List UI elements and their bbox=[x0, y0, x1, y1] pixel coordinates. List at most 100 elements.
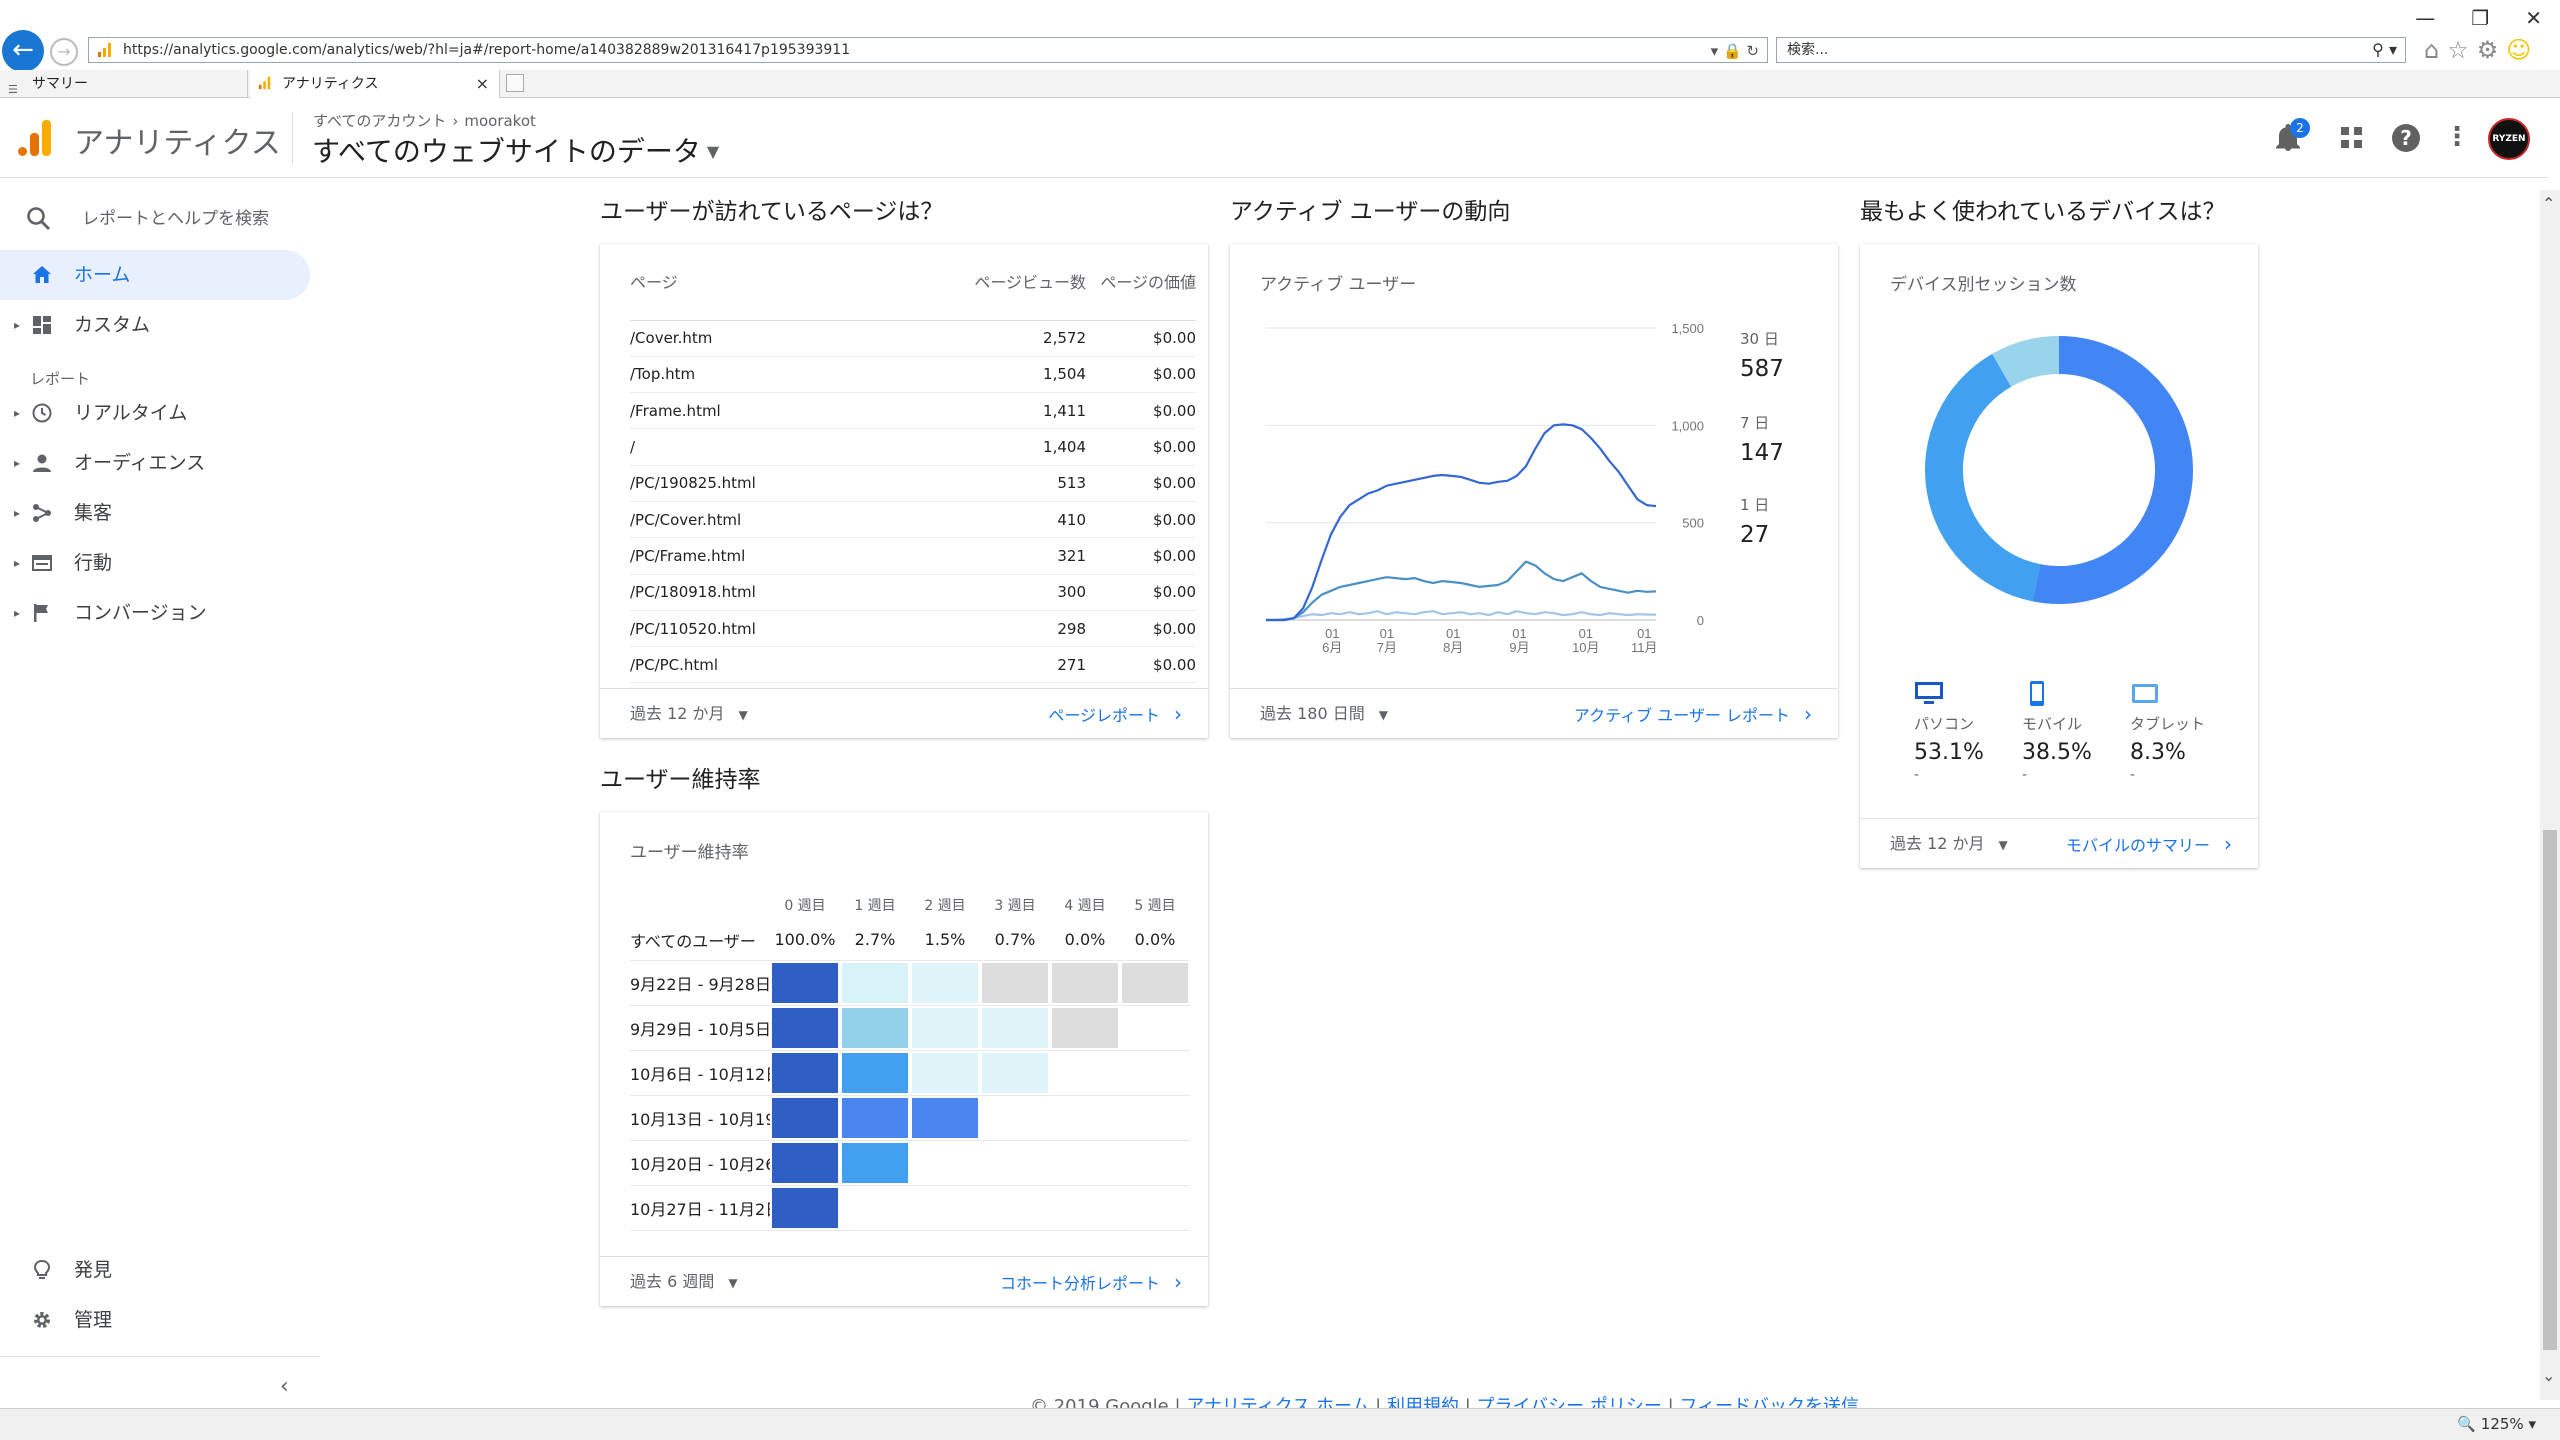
sidebar-item-acquisition[interactable]: ▸ 集客 bbox=[0, 488, 310, 538]
cohort-cell[interactable] bbox=[1050, 1005, 1120, 1051]
cohort-cell-fill bbox=[842, 1142, 908, 1183]
page-path[interactable]: /PC/190825.html bbox=[630, 465, 970, 502]
smiley-feedback-icon[interactable]: ☺ bbox=[2506, 36, 2531, 64]
zoom-control[interactable]: 🔍 125% ▾ bbox=[2457, 1415, 2536, 1433]
address-bar[interactable]: https://analytics.google.com/analytics/w… bbox=[88, 37, 1768, 63]
home-icon[interactable]: ⌂ bbox=[2424, 36, 2439, 64]
breadcrumb-accounts[interactable]: すべてのアカウント bbox=[313, 112, 446, 130]
chevron-down-icon[interactable]: ▾ bbox=[2389, 40, 2397, 59]
mobile-summary-link[interactable]: モバイルのサマリー › bbox=[2066, 819, 2232, 871]
sidebar-item-conversions[interactable]: ▸ コンバージョン bbox=[0, 588, 310, 638]
back-button[interactable]: ← bbox=[2, 30, 44, 72]
sidebar-search-input[interactable]: レポートとヘルプを検索 bbox=[82, 204, 269, 229]
favorites-star-icon[interactable]: ☆ bbox=[2447, 36, 2469, 64]
sidebar-item-realtime[interactable]: ▸ リアルタイム bbox=[0, 388, 310, 438]
cohort-cell[interactable] bbox=[1120, 960, 1190, 1006]
cohort-cell[interactable] bbox=[770, 1005, 840, 1051]
search-icon[interactable]: ⚲ bbox=[2372, 40, 2384, 59]
cohort-cell[interactable] bbox=[770, 1140, 840, 1186]
cohort-cell-fill bbox=[772, 1007, 838, 1048]
cohort-cell[interactable] bbox=[910, 1095, 980, 1141]
search-icon[interactable] bbox=[26, 206, 52, 232]
col-header-pageviews[interactable]: ページビュー数 bbox=[970, 266, 1086, 321]
new-tab-button[interactable] bbox=[506, 74, 524, 92]
cohort-cell[interactable] bbox=[840, 960, 910, 1006]
sidebar-item-home[interactable]: ホーム bbox=[0, 250, 310, 300]
active-users-report-link[interactable]: アクティブ ユーザー レポート › bbox=[1574, 689, 1812, 741]
view-selector[interactable]: すべてのウェブサイトのデータ ▼ bbox=[312, 130, 719, 170]
minimize-icon[interactable]: — bbox=[2415, 6, 2435, 30]
close-tab-icon[interactable]: × bbox=[476, 70, 489, 98]
scroll-down-icon[interactable]: ⌄ bbox=[2542, 1366, 2555, 1385]
cohort-cell[interactable] bbox=[910, 1050, 980, 1096]
cohort-cell[interactable] bbox=[840, 1005, 910, 1051]
help-icon[interactable]: ? bbox=[2392, 124, 2420, 152]
avatar[interactable]: RYZEN bbox=[2488, 118, 2530, 160]
cohort-cell[interactable] bbox=[1050, 960, 1120, 1006]
week-header: 0 週目 bbox=[784, 898, 826, 914]
cohort-cell[interactable] bbox=[910, 960, 980, 1006]
cohort-cell-fill bbox=[982, 1007, 1048, 1048]
cohort-cell[interactable] bbox=[840, 1050, 910, 1096]
expand-caret-icon: ▸ bbox=[14, 456, 21, 470]
cohort-cell[interactable] bbox=[980, 1050, 1050, 1096]
collapse-sidebar-icon[interactable]: ‹ bbox=[280, 1374, 289, 1399]
sidebar-item-custom[interactable]: ▸ カスタム bbox=[0, 300, 310, 350]
col-header-page-value[interactable]: ページの価値 bbox=[1086, 266, 1196, 321]
refresh-icon[interactable]: ↻ bbox=[1746, 42, 1759, 60]
cohort-cell[interactable] bbox=[770, 960, 840, 1006]
cohort-cell-fill bbox=[1122, 1098, 1188, 1138]
sidebar-item-label: リアルタイム bbox=[74, 402, 188, 424]
cohort-cell[interactable] bbox=[840, 1140, 910, 1186]
tab-summary[interactable]: ☰ サマリー bbox=[0, 70, 248, 98]
cohort-date-label: 10月27日 - 11月2日 bbox=[630, 1185, 770, 1231]
breadcrumb[interactable]: すべてのアカウント › moorakot bbox=[313, 110, 536, 131]
more-vert-icon[interactable]: ⋮ bbox=[2444, 122, 2470, 152]
sidebar-item-behavior[interactable]: ▸ 行動 bbox=[0, 538, 310, 588]
sidebar-item-label: オーディエンス bbox=[74, 452, 206, 474]
scroll-up-icon[interactable]: ⌃ bbox=[2542, 194, 2555, 213]
page-path[interactable]: /Top.htm bbox=[630, 356, 970, 394]
cohort-cell-fill bbox=[772, 962, 838, 1003]
settings-gear-icon[interactable]: ⚙ bbox=[2477, 36, 2499, 64]
cohort-cell[interactable] bbox=[980, 960, 1050, 1006]
page-path[interactable]: /PC/PC.html bbox=[630, 646, 970, 684]
page-path[interactable]: /PC/110520.html bbox=[630, 610, 970, 648]
pages-report-link[interactable]: ページレポート › bbox=[1048, 689, 1182, 741]
cohort-cell[interactable] bbox=[770, 1050, 840, 1096]
cohort-cell[interactable] bbox=[770, 1095, 840, 1141]
restore-icon[interactable]: ❐ bbox=[2471, 6, 2489, 30]
dropdown-icon[interactable]: ▾ bbox=[1711, 42, 1719, 60]
date-range-selector[interactable]: 過去 12 か月 ▼ bbox=[1890, 819, 2008, 870]
forward-button[interactable]: → bbox=[50, 38, 78, 66]
sidebar-item-audience[interactable]: ▸ オーディエンス bbox=[0, 438, 310, 488]
col-header-page[interactable]: ページ bbox=[630, 266, 970, 321]
cohort-cell[interactable] bbox=[980, 1005, 1050, 1051]
date-range-selector[interactable]: 過去 12 か月 ▼ bbox=[630, 689, 748, 740]
close-icon[interactable]: ✕ bbox=[2525, 6, 2542, 30]
sidebar-item-admin[interactable]: 管理 bbox=[0, 1295, 310, 1345]
page-path[interactable]: /Frame.html bbox=[630, 392, 970, 430]
breadcrumb-property[interactable]: moorakot bbox=[464, 112, 536, 130]
page-path[interactable]: /PC/Cover.html bbox=[630, 501, 970, 539]
cohort-report-link[interactable]: コホート分析レポート › bbox=[1000, 1257, 1182, 1309]
apps-grid-icon[interactable] bbox=[2340, 126, 2364, 150]
page-path[interactable]: / bbox=[630, 428, 970, 466]
app-name[interactable]: アナリティクス bbox=[74, 118, 281, 162]
browser-search-box[interactable]: 検索... ⚲ ▾ bbox=[1776, 37, 2406, 63]
page-path[interactable]: /Cover.htm bbox=[630, 320, 970, 357]
cohort-cell[interactable] bbox=[910, 1005, 980, 1051]
cohort-cell[interactable] bbox=[770, 1185, 840, 1231]
retention-section-title: ユーザー維持率 bbox=[600, 767, 761, 793]
cohort-cell bbox=[1050, 1140, 1120, 1186]
date-range-selector[interactable]: 過去 180 日間 ▼ bbox=[1260, 689, 1388, 740]
active-users-section-title: アクティブ ユーザーの動向 bbox=[1230, 199, 1511, 225]
page-path[interactable]: /PC/Frame.html bbox=[630, 537, 970, 575]
page-path[interactable]: /PC/180918.html bbox=[630, 574, 970, 611]
cohort-cell[interactable] bbox=[840, 1095, 910, 1141]
scrollbar-thumb[interactable] bbox=[2543, 830, 2557, 1350]
date-range-selector[interactable]: 過去 6 週間 ▼ bbox=[630, 1257, 738, 1308]
tab-analytics[interactable]: アナリティクス × bbox=[250, 70, 500, 98]
sidebar-item-discover[interactable]: 発見 bbox=[0, 1245, 310, 1295]
lock-icon[interactable]: 🔒 bbox=[1723, 42, 1742, 60]
